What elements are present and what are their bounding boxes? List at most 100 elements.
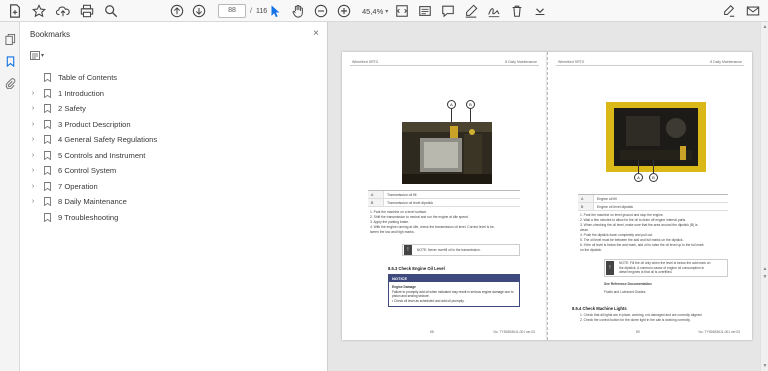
doc-number: No. TY526B3611-001 ver.03 — [698, 330, 740, 334]
delete-icon[interactable] — [506, 1, 528, 21]
bookmark-options-menu[interactable]: ▾ — [30, 49, 50, 61]
chevron-right-icon[interactable]: › — [28, 105, 38, 112]
page-header-left: Wheelbed SRTG — [352, 60, 379, 64]
highlight-pen-icon[interactable] — [460, 1, 482, 21]
bookmark-icon — [42, 135, 52, 145]
next-page-icon[interactable] — [188, 1, 210, 21]
legend-row: B Engine oil level dipstick — [578, 203, 728, 211]
note-box: ! NOTE: Never overfill oil in the transm… — [402, 244, 520, 256]
fill-sign-icon[interactable] — [718, 1, 740, 21]
bookmark-item[interactable]: › 5 Controls and Instrument — [28, 148, 318, 164]
close-panel-button[interactable]: × — [313, 28, 319, 39]
panel-title: Bookmarks — [30, 30, 71, 39]
bookmark-item[interactable]: › 7 Operation — [28, 179, 318, 195]
zoom-level-dropdown[interactable]: 45,4% ▾ — [362, 7, 388, 16]
create-file-icon[interactable] — [4, 1, 26, 21]
hand-tool-icon[interactable] — [287, 1, 309, 21]
bookmark-item[interactable]: › 6 Control System — [28, 163, 318, 179]
note-icon: ! — [606, 261, 614, 275]
toolbar: 88 / 116 45,4% ▾ — [0, 0, 768, 22]
chevron-down-icon: ▾ — [385, 8, 389, 15]
section-heading: 8.5.3 Check Engine Oil Level — [388, 266, 445, 271]
bookmark-icon — [42, 104, 52, 114]
bookmark-label: 6 Control System — [58, 166, 117, 176]
page-thumbnails-icon[interactable] — [0, 28, 20, 50]
scroll-down-icon[interactable]: ▼ — [762, 274, 768, 280]
procedure-steps: 1. Check that all lights are in place, w… — [580, 313, 703, 322]
callout-line — [451, 109, 452, 123]
upload-cloud-icon[interactable] — [52, 1, 74, 21]
callout-a: A — [634, 173, 643, 182]
zoom-out-icon[interactable] — [310, 1, 332, 21]
bookmark-label: 4 General Safety Regulations — [58, 135, 158, 145]
list-options-icon — [30, 50, 40, 60]
bookmark-label: 8 Daily Maintenance — [58, 197, 127, 207]
page-number-input[interactable]: 88 — [218, 4, 246, 18]
bookmark-icon — [42, 197, 52, 207]
scroll-up-icon[interactable]: ▲ — [762, 266, 768, 272]
scroll-mode-icon[interactable] — [414, 1, 436, 21]
previous-page-icon[interactable] — [166, 1, 188, 21]
chevron-right-icon[interactable]: › — [28, 152, 38, 159]
page-separator: / — [250, 7, 252, 15]
bookmark-item[interactable]: › 1 Introduction — [28, 86, 318, 102]
note-box: ! NOTE: Fill the oil only when the level… — [604, 259, 728, 277]
bookmark-icon — [42, 88, 52, 98]
bookmark-label: 7 Operation — [58, 181, 98, 191]
bookmark-label: 5 Controls and Instrument — [58, 150, 146, 160]
callout-legend: A Transmission oil fill B Transmission oil… — [368, 190, 520, 207]
scroll-up-icon[interactable]: ▲ — [762, 24, 768, 30]
search-icon[interactable] — [100, 1, 122, 21]
print-icon[interactable] — [76, 1, 98, 21]
bookmark-icon — [42, 212, 52, 222]
section-heading: 8.5.4 Check Machine Lights — [572, 306, 627, 311]
vertical-scrollbar[interactable]: ▲ ▲ ▼ ▼ — [760, 22, 768, 371]
page-header-right: 8 Daily Maintenance — [710, 60, 742, 64]
bookmark-list: Table of Contents › 1 Introduction › 2 Safet… — [28, 70, 318, 225]
chevron-right-icon[interactable]: › — [28, 90, 38, 97]
page-header-right: 8 Daily Maintenance — [505, 60, 537, 64]
attachments-icon[interactable] — [0, 72, 20, 94]
bookmark-icon — [42, 181, 52, 191]
bookmark-item[interactable]: › 8 Daily Maintenance — [28, 194, 318, 210]
fit-page-icon[interactable] — [391, 1, 413, 21]
bookmark-label: 3 Product Description — [58, 119, 131, 129]
chevron-down-icon: ▾ — [41, 52, 45, 59]
zoom-in-icon[interactable] — [333, 1, 355, 21]
document-page: Wheelbed SRTG 8 Daily Maintenance A B AE… — [547, 52, 752, 340]
bookmark-item[interactable]: › 3 Product Description — [28, 117, 318, 133]
scroll-down-icon[interactable]: ▼ — [762, 363, 768, 369]
bookmark-label: Table of Contents — [58, 73, 118, 83]
see-reference-heading: See Reference Documentation — [604, 282, 652, 286]
bookmark-label: 9 Troubleshooting — [58, 212, 119, 222]
chevron-right-icon[interactable]: › — [28, 183, 38, 190]
see-reference-link[interactable]: Fluids and Lubricant Grades — [604, 290, 645, 295]
chevron-right-icon[interactable]: › — [28, 167, 38, 174]
bookmark-item[interactable]: 9 Troubleshooting — [28, 210, 318, 226]
chevron-right-icon[interactable]: › — [28, 198, 38, 205]
page-number: 88 — [430, 330, 434, 334]
legend-row: B Transmission oil level dipstick — [368, 199, 520, 207]
callout-line — [653, 160, 654, 173]
note-icon: ! — [404, 245, 412, 255]
share-email-icon[interactable] — [742, 1, 764, 21]
select-cursor-icon[interactable] — [264, 1, 286, 21]
draw-signature-icon[interactable] — [483, 1, 505, 21]
callout-line — [470, 109, 471, 123]
bookmark-icon — [42, 150, 52, 160]
chevron-right-icon[interactable]: › — [28, 121, 38, 128]
bookmark-star-icon[interactable] — [28, 1, 50, 21]
bookmarks-panel-icon[interactable] — [0, 50, 20, 72]
chevron-right-icon[interactable]: › — [28, 136, 38, 143]
callout-b: B — [649, 173, 658, 182]
bookmark-item[interactable]: › 2 Safety — [28, 101, 318, 117]
callout-b: B — [466, 100, 475, 109]
comment-icon[interactable] — [437, 1, 459, 21]
more-tools-icon[interactable] — [529, 1, 551, 21]
procedure-steps: 1. Park the machine on a level surface. … — [370, 210, 495, 234]
bookmark-label: 2 Safety — [58, 104, 86, 114]
bookmark-item[interactable]: › 4 General Safety Regulations — [28, 132, 318, 148]
callout-line — [638, 160, 639, 173]
bookmark-item[interactable]: Table of Contents — [28, 70, 318, 86]
document-area[interactable]: Wheelbed SRTG 8 Daily Maintenance A B A … — [328, 22, 768, 371]
